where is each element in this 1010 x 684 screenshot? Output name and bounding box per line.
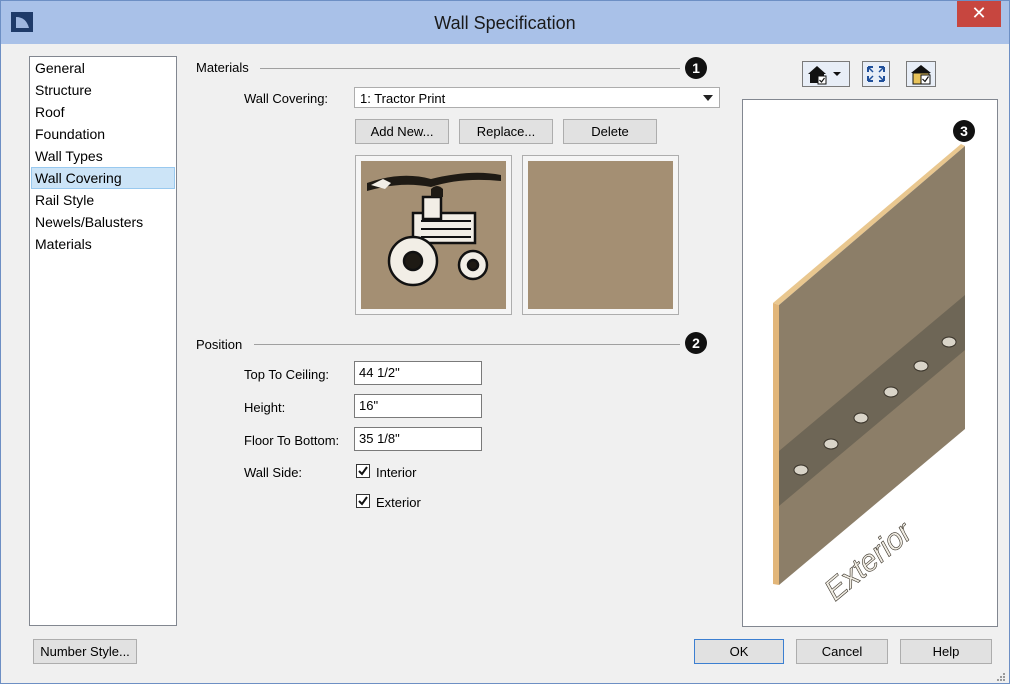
- position-group-divider: [254, 344, 680, 345]
- add-new-button[interactable]: Add New...: [355, 119, 449, 144]
- floor-to-bottom-label: Floor To Bottom:: [244, 433, 340, 448]
- wall-covering-value: 1: Tractor Print: [360, 91, 446, 106]
- position-group-label: Position: [196, 337, 243, 352]
- base-color-thumbnail: [528, 161, 673, 309]
- sidebar-item-roof[interactable]: Roof: [30, 101, 176, 123]
- height-label: Height:: [244, 400, 286, 415]
- sidebar-item-foundation[interactable]: Foundation: [30, 123, 176, 145]
- resize-grip-icon[interactable]: [995, 669, 1005, 681]
- replace-button[interactable]: Replace...: [459, 119, 553, 144]
- wall-side-label: Wall Side:: [244, 465, 303, 480]
- floor-to-bottom-field[interactable]: 35 1/8": [354, 427, 482, 451]
- sidebar-item-materials[interactable]: Materials: [30, 233, 176, 255]
- exterior-checkbox[interactable]: [356, 494, 370, 508]
- sidebar-item-wall-covering[interactable]: Wall Covering: [31, 167, 175, 189]
- preview-options-button[interactable]: [906, 61, 936, 87]
- callout-badge-1: 1: [685, 57, 707, 79]
- category-list: General Structure Roof Foundation Wall T…: [29, 56, 177, 626]
- dialog-body: General Structure Roof Foundation Wall T…: [10, 45, 1000, 675]
- materials-group-label: Materials: [196, 60, 249, 75]
- sidebar-item-wall-types[interactable]: Wall Types: [30, 145, 176, 167]
- exterior-label[interactable]: Exterior: [376, 495, 421, 510]
- materials-group-divider: [260, 68, 680, 69]
- wall-covering-label: Wall Covering:: [244, 91, 329, 106]
- chevron-down-icon: [703, 95, 713, 101]
- sidebar-item-general[interactable]: General: [30, 57, 176, 79]
- top-to-ceiling-field[interactable]: 44 1/2": [354, 361, 482, 385]
- wall-preview-pane[interactable]: 3 Exterior: [742, 99, 998, 627]
- title-bar[interactable]: Wall Specification ✕: [1, 1, 1009, 44]
- delete-button[interactable]: Delete: [563, 119, 657, 144]
- fill-window-button[interactable]: [862, 61, 890, 87]
- callout-badge-2: 2: [685, 332, 707, 354]
- top-to-ceiling-label: Top To Ceiling:: [244, 367, 330, 382]
- house-settings-icon: [911, 65, 931, 85]
- view-type-dropdown-button[interactable]: [802, 61, 850, 87]
- interior-label[interactable]: Interior: [376, 465, 416, 480]
- sidebar-item-newels-balusters[interactable]: Newels/Balusters: [30, 211, 176, 233]
- dialog-window: Wall Specification ✕ General Structure R…: [0, 0, 1010, 684]
- number-style-button[interactable]: Number Style...: [33, 639, 137, 664]
- height-field[interactable]: 16": [354, 394, 482, 418]
- fill-window-icon: [867, 66, 885, 82]
- window-title: Wall Specification: [434, 13, 576, 33]
- house-view-icon: [808, 66, 841, 85]
- sidebar-item-structure[interactable]: Structure: [30, 79, 176, 101]
- close-button[interactable]: ✕: [957, 1, 1001, 27]
- help-button[interactable]: Help: [900, 639, 992, 664]
- material-color-swatch[interactable]: [522, 155, 679, 315]
- interior-checkbox[interactable]: [356, 464, 370, 478]
- sidebar-item-rail-style[interactable]: Rail Style: [30, 189, 176, 211]
- cancel-button[interactable]: Cancel: [796, 639, 888, 664]
- wall-covering-select[interactable]: 1: Tractor Print: [354, 87, 720, 108]
- tractor-print-thumbnail: [361, 161, 506, 309]
- ok-button[interactable]: OK: [694, 639, 784, 664]
- wall-3d-preview: Exterior: [773, 144, 965, 608]
- material-texture-swatch[interactable]: [355, 155, 512, 315]
